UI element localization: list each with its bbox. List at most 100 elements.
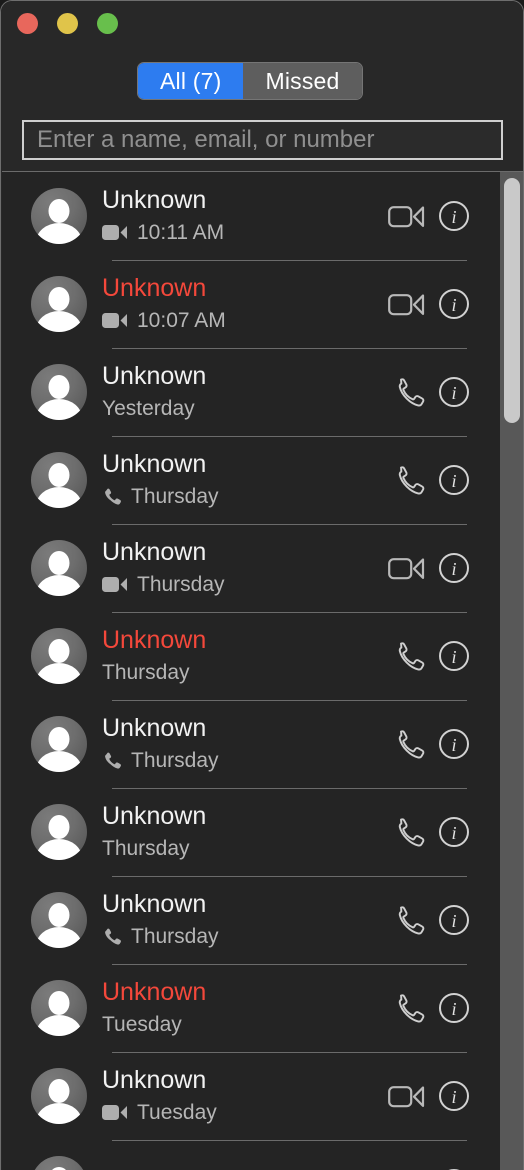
call-row[interactable]: Unknown Tuesday i bbox=[2, 964, 500, 1052]
tab-all[interactable]: All (7) bbox=[138, 63, 244, 99]
call-row-text: Unknown 10:11 AM bbox=[102, 187, 388, 245]
row-separator bbox=[112, 700, 467, 701]
row-separator bbox=[112, 1140, 467, 1141]
info-icon[interactable]: i bbox=[438, 376, 470, 408]
avatar-head bbox=[48, 550, 70, 575]
call-meta: Thursday bbox=[102, 837, 392, 861]
call-meta: Tuesday bbox=[102, 1013, 392, 1037]
avatar-body bbox=[36, 1014, 82, 1036]
call-row[interactable]: Unknown Thursday i bbox=[2, 612, 500, 700]
svg-text:i: i bbox=[451, 735, 456, 755]
call-history-list: Unknown 10:11 AM i Unknown 10:07 AM i Unknown Y… bbox=[2, 171, 523, 1170]
call-time: Thursday bbox=[131, 484, 219, 508]
call-time: 10:11 AM bbox=[137, 220, 225, 244]
caller-name: Unknown bbox=[102, 274, 207, 303]
avatar-head bbox=[48, 726, 70, 751]
call-row[interactable]: Unknown Yesterday i bbox=[2, 348, 500, 436]
phone-call-icon[interactable] bbox=[392, 904, 425, 937]
call-row[interactable]: Unknowni bbox=[2, 1140, 500, 1170]
call-time: Yesterday bbox=[102, 396, 195, 420]
avatar-head bbox=[48, 462, 70, 487]
avatar bbox=[31, 188, 87, 244]
call-meta: Tuesday bbox=[102, 1101, 388, 1125]
call-row[interactable]: Unknown Thursday i bbox=[2, 436, 500, 524]
search-input[interactable] bbox=[35, 125, 501, 155]
avatar bbox=[31, 804, 87, 860]
video-icon bbox=[102, 312, 128, 329]
caller-name: Unknown bbox=[102, 362, 207, 391]
avatar-head bbox=[48, 814, 70, 839]
phone-call-icon[interactable] bbox=[392, 728, 425, 761]
phone-call-icon[interactable] bbox=[392, 640, 425, 673]
caller-name: Unknown bbox=[102, 450, 207, 479]
video-call-icon[interactable] bbox=[388, 1084, 425, 1109]
call-row-actions: i bbox=[388, 288, 470, 320]
svg-text:i: i bbox=[451, 383, 456, 403]
call-row[interactable]: Unknown 10:11 AM i bbox=[2, 172, 500, 260]
zoom-window-button[interactable] bbox=[97, 13, 118, 34]
row-separator bbox=[112, 788, 467, 789]
svg-text:i: i bbox=[451, 647, 456, 667]
avatar-head bbox=[48, 638, 70, 663]
caller-name: Unknown bbox=[102, 1066, 207, 1095]
avatar-body bbox=[36, 662, 82, 684]
avatar bbox=[31, 364, 87, 420]
call-row[interactable]: Unknown Thursday i bbox=[2, 524, 500, 612]
call-time: Tuesday bbox=[137, 1100, 217, 1124]
info-icon[interactable]: i bbox=[438, 992, 470, 1024]
close-window-button[interactable] bbox=[17, 13, 38, 34]
call-row[interactable]: Unknown Tuesday i bbox=[2, 1052, 500, 1140]
avatar-body bbox=[36, 398, 82, 420]
info-icon[interactable]: i bbox=[438, 552, 470, 584]
caller-name: Unknown bbox=[102, 714, 207, 743]
call-time: Thursday bbox=[102, 836, 190, 860]
call-row[interactable]: Unknown Thursday i bbox=[2, 788, 500, 876]
call-row-text: Unknown Thursday bbox=[102, 539, 388, 597]
tab-missed[interactable]: Missed bbox=[243, 63, 362, 99]
avatar-body bbox=[36, 486, 82, 508]
row-separator bbox=[112, 436, 467, 437]
call-row-actions: i bbox=[392, 816, 470, 849]
call-row[interactable]: Unknown 10:07 AM i bbox=[2, 260, 500, 348]
info-icon[interactable]: i bbox=[438, 288, 470, 320]
video-call-icon[interactable] bbox=[388, 204, 425, 229]
call-row-actions: i bbox=[392, 992, 470, 1025]
call-row[interactable]: Unknown Thursday i bbox=[2, 700, 500, 788]
call-time: Thursday bbox=[102, 660, 190, 684]
call-row[interactable]: Unknown Thursday i bbox=[2, 876, 500, 964]
svg-text:i: i bbox=[451, 295, 456, 315]
call-filter-segmented-control[interactable]: All (7) Missed bbox=[137, 62, 363, 100]
info-icon[interactable]: i bbox=[438, 816, 470, 848]
window-controls bbox=[17, 13, 118, 34]
caller-name: Unknown bbox=[102, 626, 207, 655]
caller-name: Unknown bbox=[102, 538, 207, 567]
info-icon[interactable]: i bbox=[438, 1080, 470, 1112]
call-row-text: Unknown Tuesday bbox=[102, 979, 392, 1037]
search-field[interactable] bbox=[22, 120, 503, 160]
row-separator bbox=[112, 964, 467, 965]
phone-call-icon[interactable] bbox=[392, 376, 425, 409]
video-call-icon[interactable] bbox=[388, 292, 425, 317]
info-icon[interactable]: i bbox=[438, 200, 470, 232]
row-separator bbox=[112, 348, 467, 349]
call-row-actions: i bbox=[392, 464, 470, 497]
phone-icon bbox=[102, 751, 122, 771]
scrollbar-thumb[interactable] bbox=[504, 178, 520, 423]
call-meta: Thursday bbox=[102, 661, 392, 685]
info-icon[interactable]: i bbox=[438, 728, 470, 760]
minimize-window-button[interactable] bbox=[57, 13, 78, 34]
call-row-text: Unknown Thursday bbox=[102, 715, 392, 773]
phone-call-icon[interactable] bbox=[392, 816, 425, 849]
phone-icon bbox=[102, 487, 122, 507]
info-icon[interactable]: i bbox=[438, 464, 470, 496]
info-icon[interactable]: i bbox=[438, 904, 470, 936]
info-icon[interactable]: i bbox=[438, 640, 470, 672]
row-separator bbox=[112, 612, 467, 613]
list-scrollbar[interactable] bbox=[500, 172, 523, 1170]
video-call-icon[interactable] bbox=[388, 556, 425, 581]
phone-call-icon[interactable] bbox=[392, 464, 425, 497]
phone-icon bbox=[102, 927, 122, 947]
phone-call-icon[interactable] bbox=[392, 992, 425, 1025]
svg-text:i: i bbox=[451, 911, 456, 931]
call-meta: Thursday bbox=[102, 925, 392, 949]
